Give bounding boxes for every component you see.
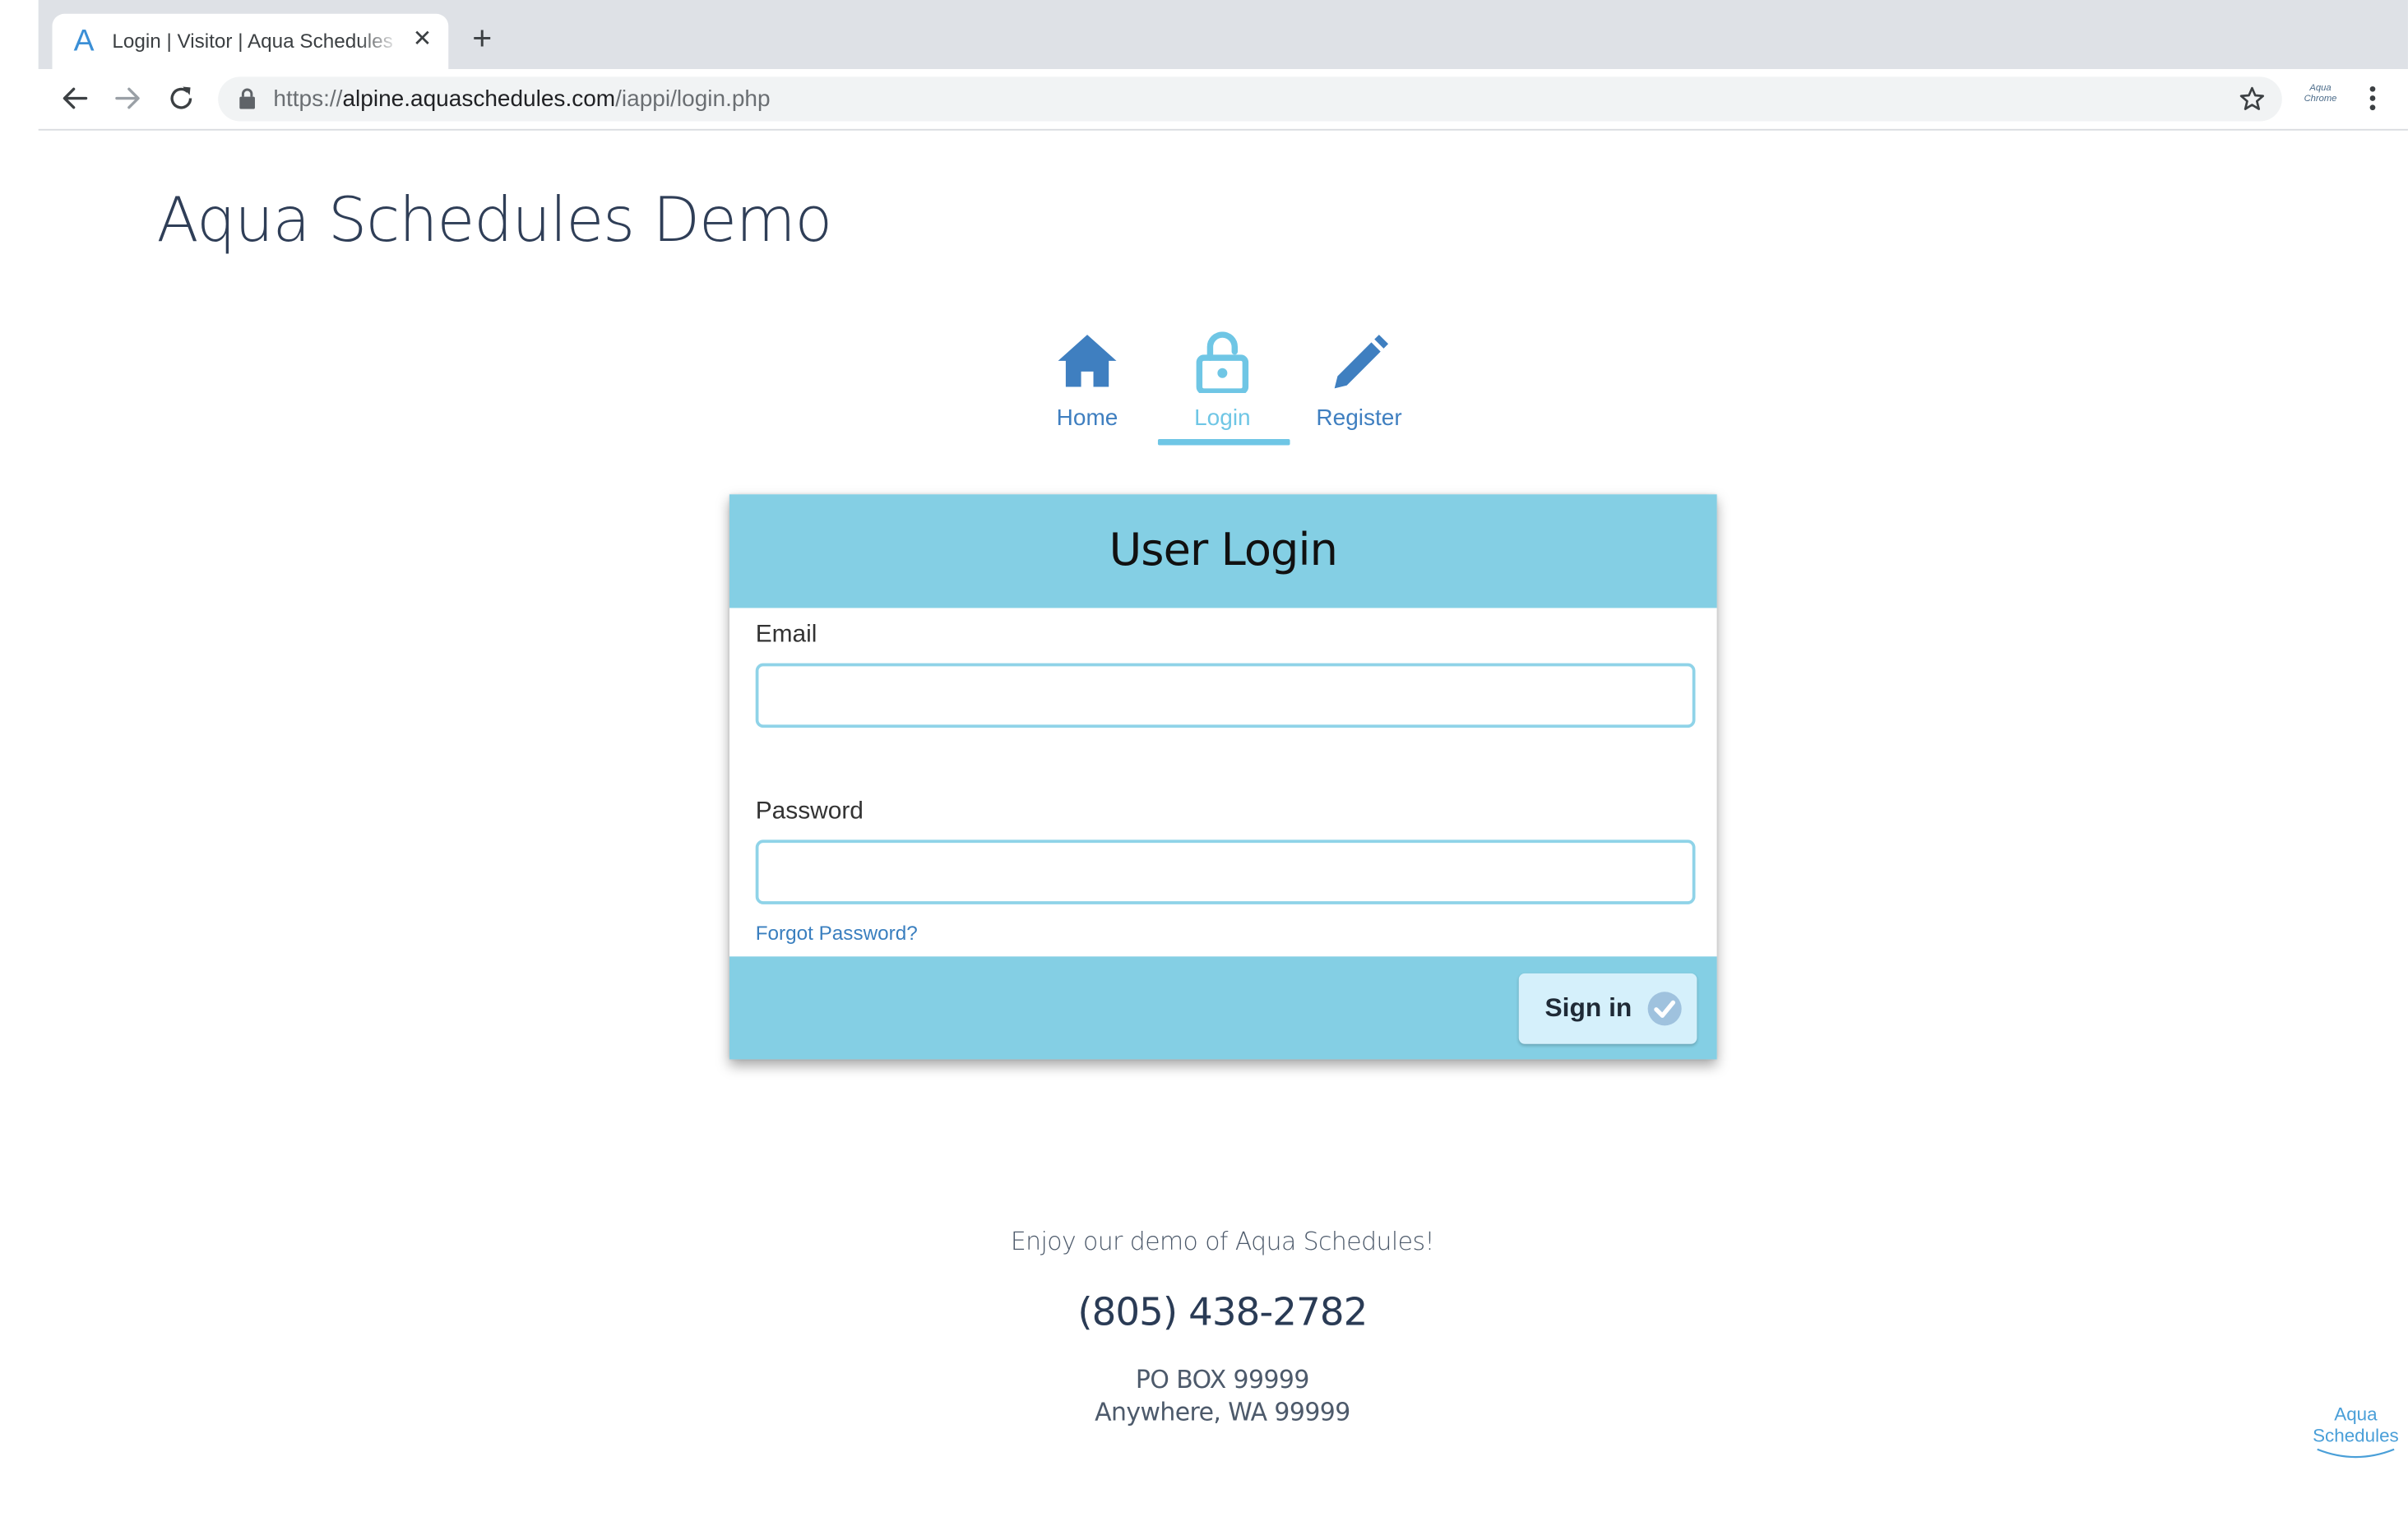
footer-tagline: Enjoy our demo of Aqua Schedules! xyxy=(1010,1226,1435,1256)
forgot-password-link[interactable]: Forgot Password? xyxy=(756,920,918,946)
footer-address-line1: PO BOX 99999 xyxy=(1135,1365,1309,1394)
main-nav: Home Login Register xyxy=(1020,326,1425,448)
email-label: Email xyxy=(755,622,817,649)
site-title: Aqua Schedules Demo xyxy=(156,185,832,257)
footer-address-line2: Anywhere, WA 99999 xyxy=(1095,1397,1350,1427)
sign-in-label: Sign in xyxy=(1544,993,1632,1023)
reload-button[interactable] xyxy=(161,78,201,118)
pencil-icon xyxy=(1334,335,1389,389)
nav-item-register[interactable]: Register xyxy=(1291,326,1426,446)
url-path: /iappi/login.php xyxy=(615,86,771,113)
unlock-icon xyxy=(1196,331,1249,394)
nav-label-home: Home xyxy=(1056,405,1118,432)
more-vert-icon[interactable] xyxy=(2357,83,2387,113)
lock-icon xyxy=(239,88,255,109)
nav-label-register: Register xyxy=(1316,405,1402,432)
login-card-header: User Login xyxy=(729,494,1717,608)
nav-item-login[interactable]: Login xyxy=(1155,326,1290,446)
back-button[interactable] xyxy=(55,78,95,118)
login-card-footer: Sign in xyxy=(729,956,1717,1060)
password-label: Password xyxy=(755,798,864,825)
aqua-favicon-icon: A xyxy=(73,24,95,58)
login-card: User Login Email Password Forgot Passwor… xyxy=(729,494,1717,1060)
close-icon[interactable]: ✕ xyxy=(409,26,437,54)
nav-item-home[interactable]: Home xyxy=(1020,326,1155,446)
login-title: User Login xyxy=(1109,523,1338,576)
password-field[interactable] xyxy=(755,839,1696,904)
url-host: alpine.aquaschedules.com xyxy=(342,86,616,113)
forward-button[interactable] xyxy=(108,78,148,118)
tab-title: Login | Visitor | Aqua Schedules xyxy=(112,29,393,53)
aqua-schedules-logo: Aqua Schedules xyxy=(2308,1403,2404,1465)
arrow-left-icon xyxy=(63,87,88,109)
address-bar[interactable]: https://alpine.aquaschedules.com/iappi/l… xyxy=(218,76,2282,122)
extension-icon[interactable]: Aqua Chrome xyxy=(2300,85,2341,113)
url-scheme: https:// xyxy=(273,86,343,113)
star-icon[interactable] xyxy=(2238,85,2267,113)
new-tab-button[interactable]: + xyxy=(464,19,501,57)
home-icon xyxy=(1058,335,1117,387)
wave-icon xyxy=(2317,1448,2395,1459)
check-circle-icon xyxy=(1647,992,1682,1026)
logo-text-line2: Schedules xyxy=(2313,1424,2399,1446)
nav-label-login: Login xyxy=(1194,405,1251,432)
arrow-right-icon xyxy=(115,87,140,109)
browser-tab[interactable]: A Login | Visitor | Aqua Schedules ✕ xyxy=(52,13,449,70)
email-field[interactable] xyxy=(755,663,1696,728)
sign-in-button[interactable]: Sign in xyxy=(1518,973,1697,1044)
logo-text-line1: Aqua xyxy=(2334,1403,2378,1425)
footer-phone: (805) 438-2782 xyxy=(1077,1289,1368,1334)
nav-active-indicator xyxy=(1157,439,1290,446)
url-text: https://alpine.aquaschedules.com/iappi/l… xyxy=(273,85,770,113)
reload-icon xyxy=(170,86,192,109)
